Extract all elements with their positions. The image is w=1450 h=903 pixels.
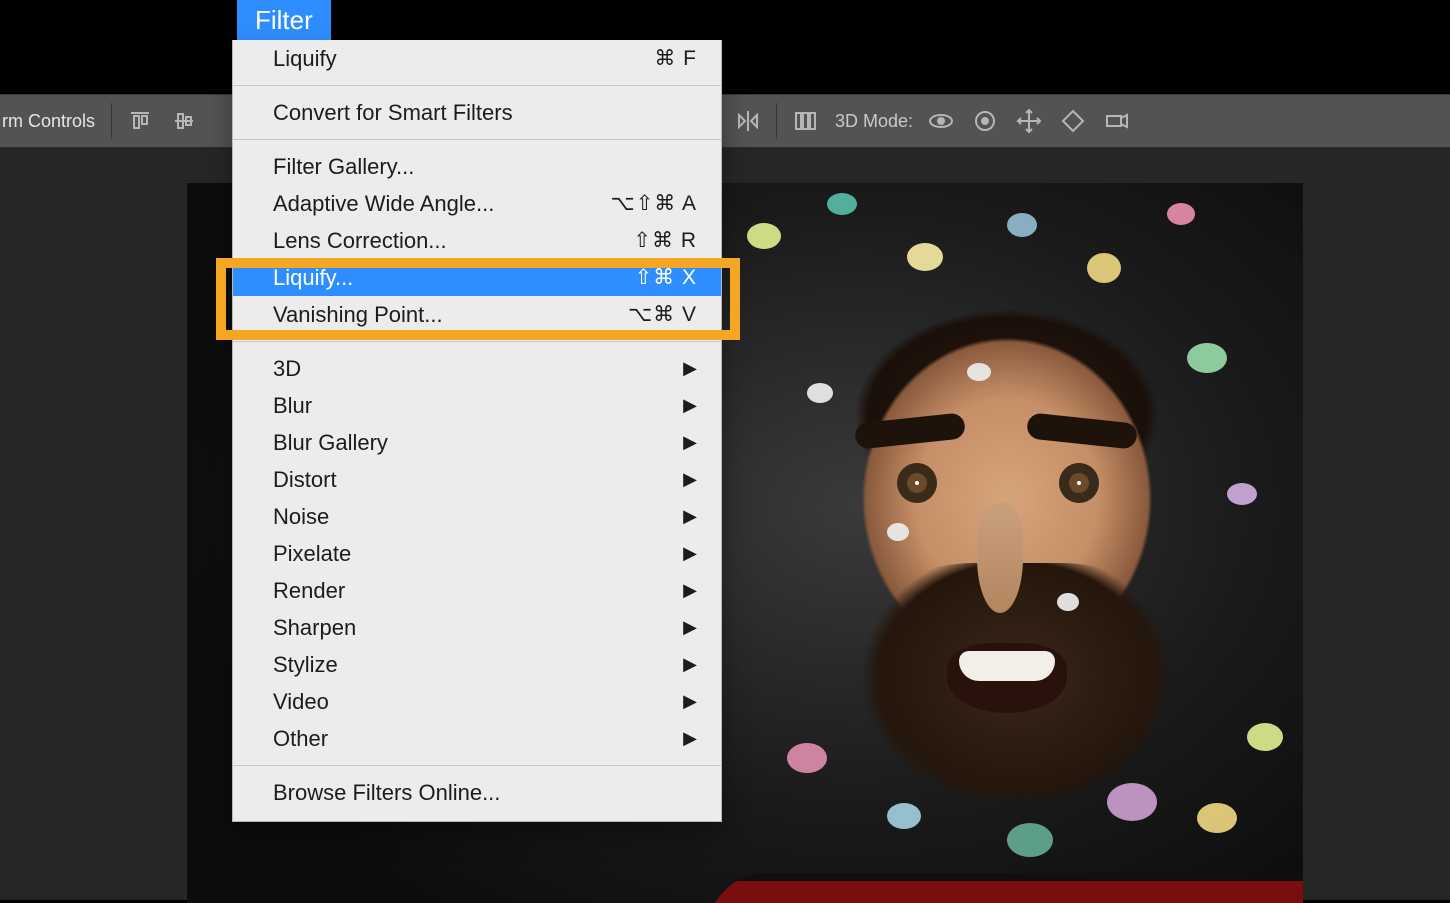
menu-item-render[interactable]: Render ▶ [233,572,721,609]
menu-filter[interactable]: Filter [237,0,331,40]
photo-confetti [1007,823,1053,857]
menu-item-distort[interactable]: Distort ▶ [233,461,721,498]
menu-item-label: Other [273,726,679,752]
align-vcenter-icon[interactable] [168,105,200,137]
photo-confetti [907,243,943,271]
3d-camera-icon[interactable] [1101,105,1133,137]
3d-slide-icon[interactable] [1057,105,1089,137]
submenu-arrow-icon: ▶ [679,432,697,453]
photo-confetti [1227,483,1257,505]
menu-item-label: Video [273,689,679,715]
photo-confetti [1107,783,1157,821]
photo-teeth [959,651,1055,681]
menu-item-pixelate[interactable]: Pixelate ▶ [233,535,721,572]
menu-item-stylize[interactable]: Stylize ▶ [233,646,721,683]
photo-eye [897,463,937,503]
photo-confetti [1087,253,1121,283]
menubar: Filter [0,0,1450,40]
submenu-arrow-icon: ▶ [679,691,697,712]
photo-confetti [1187,343,1227,373]
photo-confetti [887,803,921,829]
menu-item-label: Render [273,578,679,604]
menu-item-shortcut: ⌘ F [654,46,697,71]
options-bar: rm Controls 3D Mode: [0,94,1450,148]
menu-separator [233,139,721,140]
photo-eye [1059,463,1099,503]
menu-item-label: Distort [273,467,679,493]
3d-orbit-icon[interactable] [925,105,957,137]
menu-item-other[interactable]: Other ▶ [233,720,721,757]
menu-item-label: 3D [273,356,679,382]
photo-nose [977,503,1023,613]
menu-separator [233,341,721,342]
photo-confetti [1007,213,1037,237]
submenu-arrow-icon: ▶ [679,728,697,749]
photo-confetti [887,523,909,541]
submenu-arrow-icon: ▶ [679,395,697,416]
menu-separator [233,765,721,766]
menu-item-last-filter[interactable]: Liquify ⌘ F [233,40,721,77]
photo-confetti [1247,723,1283,751]
menu-item-lens-correction[interactable]: Lens Correction... ⇧⌘ R [233,222,721,259]
photo-confetti [807,383,833,403]
submenu-arrow-icon: ▶ [679,469,697,490]
menu-item-blur[interactable]: Blur ▶ [233,387,721,424]
divider [111,103,112,139]
menu-item-label: Convert for Smart Filters [273,100,697,126]
menu-item-label: Stylize [273,652,679,678]
menu-item-label: Noise [273,504,679,530]
menu-item-3d[interactable]: 3D ▶ [233,350,721,387]
filter-menu-dropdown: Liquify ⌘ F Convert for Smart Filters Fi… [232,40,722,822]
submenu-arrow-icon: ▶ [679,506,697,527]
3d-pan-icon[interactable] [1013,105,1045,137]
menu-item-label: Sharpen [273,615,679,641]
submenu-arrow-icon: ▶ [679,580,697,601]
menu-item-convert-smart-filters[interactable]: Convert for Smart Filters [233,94,721,131]
menu-item-label: Vanishing Point... [273,302,628,328]
menu-item-browse-filters-online[interactable]: Browse Filters Online... [233,774,721,811]
3d-rotate-icon[interactable] [969,105,1001,137]
submenu-arrow-icon: ▶ [679,617,697,638]
menu-item-label: Adaptive Wide Angle... [273,191,611,217]
menu-item-liquify[interactable]: Liquify... ⇧⌘ X [233,259,721,296]
menu-item-filter-gallery[interactable]: Filter Gallery... [233,148,721,185]
photo-confetti [1057,593,1079,611]
menu-item-shortcut: ⌥⌘ V [628,302,697,327]
submenu-arrow-icon: ▶ [679,358,697,379]
menu-item-label: Liquify [273,46,654,72]
menu-item-shortcut: ⇧⌘ R [633,228,697,253]
submenu-arrow-icon: ▶ [679,543,697,564]
menu-item-vanishing-point[interactable]: Vanishing Point... ⌥⌘ V [233,296,721,333]
submenu-arrow-icon: ▶ [679,654,697,675]
menu-item-blur-gallery[interactable]: Blur Gallery ▶ [233,424,721,461]
menu-item-label: Pixelate [273,541,679,567]
distribute-icon[interactable] [789,105,821,137]
menu-item-noise[interactable]: Noise ▶ [233,498,721,535]
photo-confetti [1197,803,1237,833]
photo-confetti [747,223,781,249]
menu-item-sharpen[interactable]: Sharpen ▶ [233,609,721,646]
menu-separator [233,85,721,86]
menu-item-label: Blur Gallery [273,430,679,456]
3d-mode-label: 3D Mode: [835,111,913,132]
menu-item-shortcut: ⌥⇧⌘ A [611,191,697,216]
divider [776,103,777,139]
photo-confetti [1167,203,1195,225]
menu-item-label: Blur [273,393,679,419]
menu-item-shortcut: ⇧⌘ X [635,265,697,290]
flip-horizontal-icon[interactable] [732,105,764,137]
menu-item-adaptive-wide-angle[interactable]: Adaptive Wide Angle... ⌥⇧⌘ A [233,185,721,222]
menu-item-label: Lens Correction... [273,228,633,254]
photo-confetti [967,363,991,381]
transform-controls-label: rm Controls [0,111,105,132]
menu-item-label: Filter Gallery... [273,154,697,180]
menu-item-label: Browse Filters Online... [273,780,697,806]
menu-item-video[interactable]: Video ▶ [233,683,721,720]
align-top-icon[interactable] [124,105,156,137]
photo-confetti [827,193,857,215]
photo-confetti [787,743,827,773]
menu-item-label: Liquify... [273,265,635,291]
